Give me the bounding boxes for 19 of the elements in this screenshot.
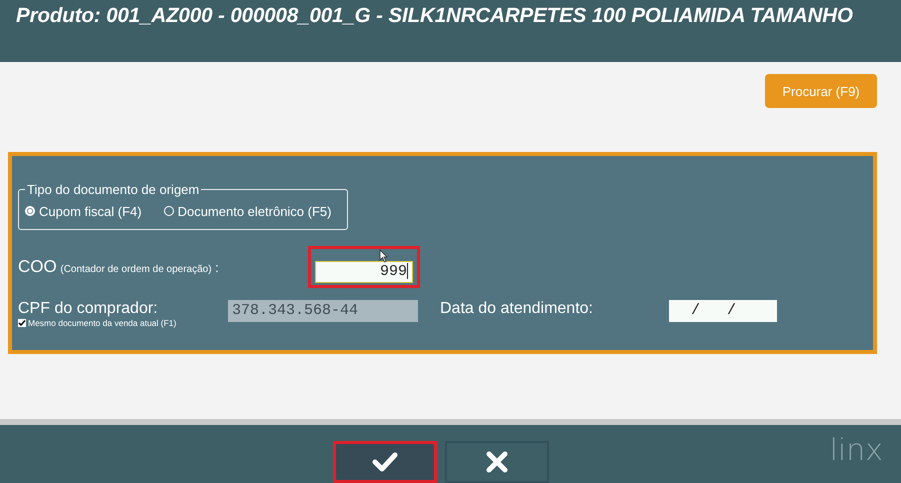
confirm-button[interactable] <box>333 441 437 483</box>
cpf-field[interactable]: 378.343.568-44 <box>228 300 418 322</box>
radio-option[interactable]: Cupom fiscal (F4) <box>25 199 142 223</box>
radio-option[interactable]: Documento eletrônico (F5) <box>164 199 332 223</box>
pointer-icon <box>379 249 388 263</box>
check-icon <box>372 452 398 472</box>
coo-field[interactable]: 999 <box>315 261 413 283</box>
same-document-checkbox[interactable]: Mesmo documento da venda atual (F1) <box>18 318 228 328</box>
brand-logo: linx <box>830 433 883 468</box>
close-icon <box>486 451 508 473</box>
date-field[interactable]: / / <box>669 300 777 322</box>
date-label: Data do atendimento: <box>440 300 594 318</box>
group-legend: Tipo do documento de origem <box>25 182 202 197</box>
coo-label: COO (Contador de ordem de operação) : <box>18 257 220 277</box>
radio-label: Documento eletrônico (F5) <box>178 204 332 218</box>
cpf-label: CPF do comprador: <box>18 300 159 318</box>
product-title: Produto: 001_AZ000 - 000008_001_G - SILK1NRCARPETES 100 POLIAMIDA TAMANHO <box>16 4 853 27</box>
cancel-button[interactable] <box>445 441 549 483</box>
radio-label: Cupom fiscal (F4) <box>39 204 142 218</box>
